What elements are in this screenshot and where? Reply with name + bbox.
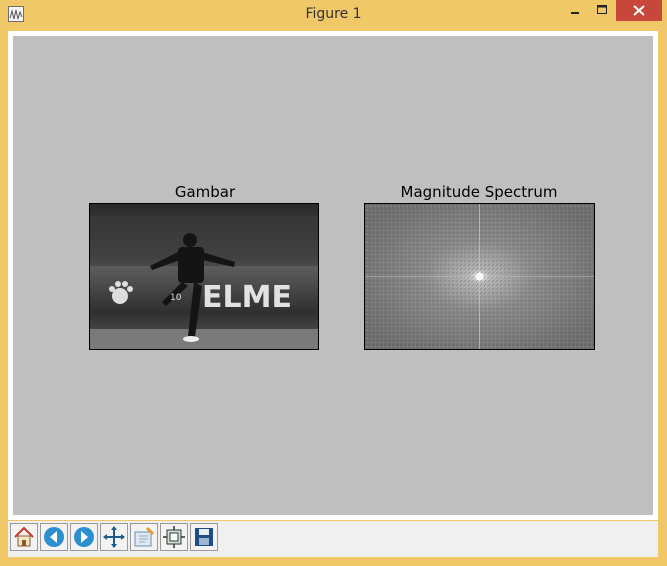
close-button[interactable]	[616, 0, 662, 21]
axes-title-magnitude-spectrum: Magnitude Spectrum	[400, 183, 558, 201]
maximize-button[interactable]	[588, 0, 616, 21]
home-button[interactable]	[10, 523, 38, 551]
forward-arrow-icon	[74, 527, 94, 547]
zoom-rect-icon	[134, 526, 155, 547]
minimize-button[interactable]	[562, 0, 588, 21]
forward-button[interactable]	[70, 523, 98, 551]
pan-button[interactable]	[100, 523, 128, 551]
minimize-icon	[571, 12, 579, 14]
figure-canvas[interactable]: Gambar ELME 10 Magnitude Spectrum	[13, 36, 653, 515]
navigation-toolbar	[8, 521, 658, 557]
axes-title-gambar: Gambar	[174, 183, 236, 201]
home-icon	[14, 526, 34, 547]
save-button[interactable]	[190, 523, 218, 551]
back-button[interactable]	[40, 523, 68, 551]
title-bar[interactable]: Figure 1	[0, 0, 667, 30]
pan-icon	[103, 526, 125, 548]
window-bottom-border	[0, 557, 667, 566]
close-icon	[633, 5, 645, 16]
svg-text:10: 10	[170, 293, 182, 303]
subplots-config-icon	[163, 526, 185, 548]
subplots-button[interactable]	[160, 523, 188, 551]
svg-text:ELME: ELME	[202, 280, 292, 315]
zoom-button[interactable]	[130, 523, 158, 551]
back-arrow-icon	[44, 527, 64, 547]
maximize-icon	[597, 5, 607, 14]
gambar-image: ELME 10	[89, 203, 319, 350]
save-icon	[195, 528, 213, 546]
magnitude-spectrum-image	[364, 203, 595, 350]
